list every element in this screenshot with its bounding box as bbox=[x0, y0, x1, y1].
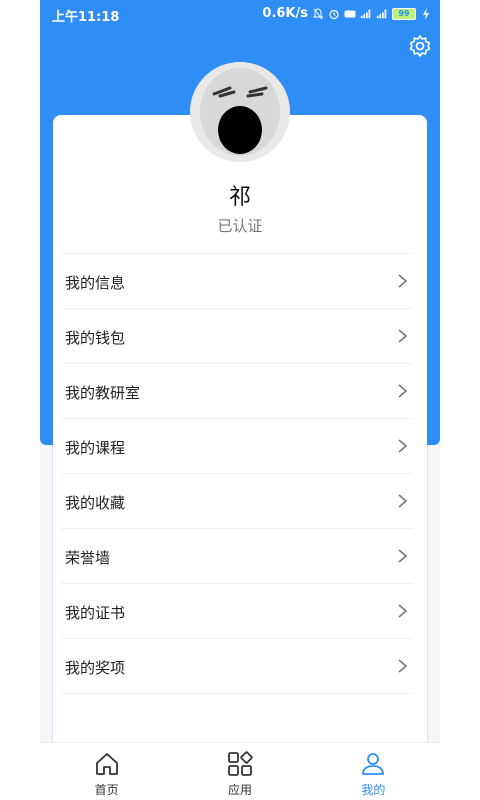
menu-item-label: 荣誉墙 bbox=[65, 549, 111, 567]
menu-item-label: 我的信息 bbox=[65, 274, 126, 292]
chevron-right-icon bbox=[398, 274, 408, 288]
menu-item-honor-wall[interactable]: 荣誉墙 bbox=[61, 528, 413, 583]
verification-status: 已认证 bbox=[217, 217, 263, 235]
menu-item-label: 我的证书 bbox=[65, 604, 126, 622]
tab-label: 应用 bbox=[227, 783, 252, 797]
menu-item-my-info[interactable]: 我的信息 bbox=[61, 253, 413, 308]
tab-apps[interactable]: 应用 bbox=[173, 743, 306, 800]
menu-item-label: 我的课程 bbox=[65, 439, 126, 457]
profile-icon bbox=[362, 753, 385, 775]
menu-item-my-courses[interactable]: 我的课程 bbox=[61, 418, 413, 473]
hd-icon bbox=[344, 10, 356, 17]
alarm-icon bbox=[329, 9, 339, 19]
menu-item-label: 我的钱包 bbox=[65, 329, 126, 347]
menu-item-label: 我的教研室 bbox=[65, 384, 141, 402]
chevron-right-icon bbox=[398, 329, 408, 343]
menu-item-my-certificates[interactable]: 我的证书 bbox=[61, 583, 413, 638]
status-indicators: 0.6K/s 99 bbox=[262, 6, 432, 21]
status-bar: 上午11:18 0.6K/s 99 bbox=[40, 0, 440, 28]
signal-icon bbox=[360, 9, 371, 18]
menu-item-my-awards[interactable]: 我的奖项 bbox=[61, 638, 413, 694]
menu-item-label: 我的奖项 bbox=[65, 659, 126, 677]
home-icon bbox=[95, 753, 118, 775]
menu-item-label: 我的收藏 bbox=[65, 494, 126, 512]
charging-icon bbox=[423, 7, 429, 20]
chevron-right-icon bbox=[398, 439, 408, 453]
tab-home[interactable]: 首页 bbox=[40, 743, 173, 800]
username: 祁 bbox=[228, 185, 251, 210]
tab-profile[interactable]: 我的 bbox=[307, 743, 440, 800]
avatar[interactable] bbox=[190, 62, 290, 162]
chevron-right-icon bbox=[398, 549, 408, 563]
signal-icon bbox=[376, 9, 387, 18]
status-time: 上午11:18 bbox=[52, 10, 120, 25]
avatar-image bbox=[190, 62, 290, 162]
chevron-right-icon bbox=[398, 494, 408, 508]
menu-item-my-wallet[interactable]: 我的钱包 bbox=[61, 308, 413, 363]
profile-card: 吟? ? ? 祁 已认证 我的信息 我的钱包 我的教研室 我的课程 我的收藏 bbox=[53, 115, 427, 755]
profile-page: 上午11:18 0.6K/s 99 祁 已认证 我的信息 我的钱包 我的教研室 … bbox=[40, 0, 440, 800]
chevron-right-icon bbox=[398, 659, 408, 673]
chevron-right-icon bbox=[398, 384, 408, 398]
menu-item-my-office[interactable]: 我的教研室 bbox=[61, 363, 413, 418]
gear-icon[interactable] bbox=[408, 34, 432, 58]
apps-icon bbox=[228, 751, 253, 776]
menu-item-my-favorites[interactable]: 我的收藏 bbox=[61, 473, 413, 528]
tab-label: 首页 bbox=[94, 783, 119, 797]
battery-icon: 99 bbox=[392, 7, 416, 20]
profile-menu: 我的信息 我的钱包 我的教研室 我的课程 我的收藏 荣誉墙 我的证书 我的奖项 bbox=[61, 253, 413, 694]
net-speed: 0.6K/s bbox=[262, 6, 308, 21]
tab-label: 我的 bbox=[361, 783, 386, 797]
chevron-right-icon bbox=[398, 604, 408, 618]
mute-icon bbox=[312, 7, 324, 19]
bottom-tab-bar: 首页 应用 我的 bbox=[40, 742, 440, 800]
